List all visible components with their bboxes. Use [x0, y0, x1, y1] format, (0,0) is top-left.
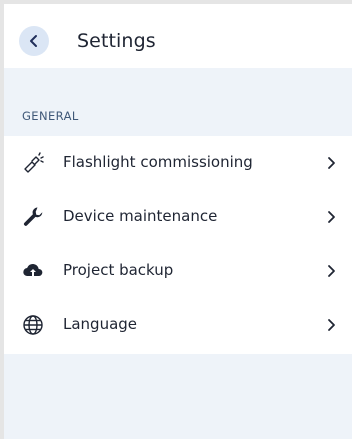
page-title: Settings — [77, 30, 156, 52]
settings-item-label: Device maintenance — [63, 207, 218, 225]
chevron-right-icon — [328, 265, 335, 277]
globe-icon — [22, 314, 44, 336]
header-bar: Settings — [4, 4, 352, 68]
settings-item-label: Flashlight commissioning — [63, 153, 253, 171]
chevron-right-icon — [328, 157, 335, 169]
settings-item-flashlight-commissioning[interactable]: Flashlight commissioning — [4, 136, 352, 190]
section-label-general: GENERAL — [22, 109, 79, 123]
settings-item-label: Language — [63, 315, 138, 333]
cloud-upload-icon — [22, 260, 44, 282]
chevron-right-icon — [328, 211, 335, 223]
chevron-right-icon — [328, 319, 335, 331]
settings-item-project-backup[interactable]: Project backup — [4, 244, 352, 298]
back-button[interactable] — [19, 26, 49, 56]
wrench-icon — [22, 206, 44, 228]
settings-list: Flashlight commissioning Device maintena… — [4, 136, 352, 354]
settings-item-device-maintenance[interactable]: Device maintenance — [4, 190, 352, 244]
flashlight-icon — [22, 152, 44, 174]
settings-item-language[interactable]: Language — [4, 298, 352, 352]
settings-screen: Settings GENERAL Flashlight commissionin… — [4, 4, 352, 439]
chevron-left-icon — [30, 35, 37, 47]
settings-item-label: Project backup — [63, 261, 174, 279]
